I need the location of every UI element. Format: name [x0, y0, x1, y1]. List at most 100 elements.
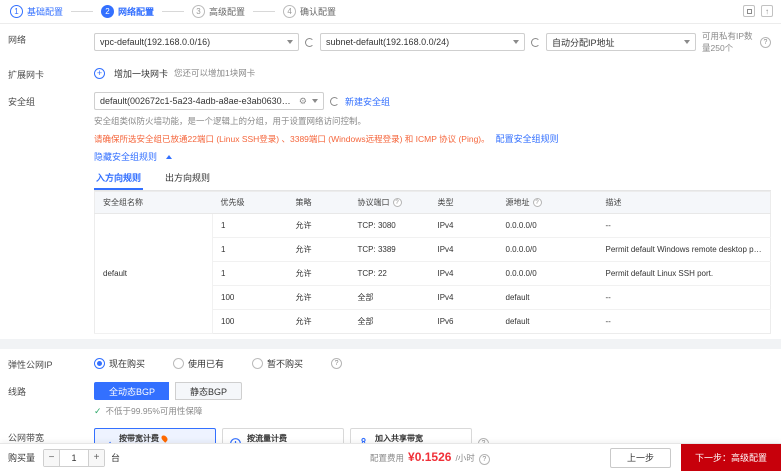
config-rules-link[interactable]: 配置安全组规则: [496, 132, 559, 145]
quantity-label: 购买量: [8, 453, 36, 463]
security-group-select-value: default(002672c1-5a23-4adb-a8ae-e3ab0630…: [100, 96, 295, 106]
help-icon[interactable]: ?: [760, 36, 771, 48]
security-group-row: 安全组 default(002672c1-5a23-4adb-a8ae-e3ab…: [0, 86, 781, 339]
radio-icon: [173, 357, 185, 369]
radio-use-existing[interactable]: 使用已有: [173, 357, 224, 370]
fee-group: 配置费用 ¥0.1526 /小时 ?: [370, 450, 490, 465]
priority-cell: 100: [221, 317, 235, 326]
step-separator: [71, 11, 94, 12]
hide-rules-link[interactable]: 隐藏安全组规则: [94, 150, 157, 163]
desc-cell: Permit default Windows remote desktop po…: [597, 237, 771, 262]
extended-nic-label: 扩展网卡: [8, 70, 45, 80]
radio-label: 现在购买: [109, 358, 146, 369]
card-title: 按带宽计费: [119, 433, 159, 443]
help-icon[interactable]: ?: [331, 357, 343, 369]
tab-outbound-rules[interactable]: 出方向规则: [163, 168, 212, 190]
col-header-name: 安全组名称: [94, 191, 213, 214]
policy-cell: 允许: [287, 237, 350, 262]
page-tools: ↑: [743, 5, 773, 17]
price-unit: /小时: [455, 453, 475, 463]
gear-icon[interactable]: ⚙: [299, 96, 307, 107]
network-config-page: 1 基础配置 2 网络配置 3 高级配置 4 确认配置 ↑ 网络 vpc-def…: [0, 0, 781, 471]
col-header-port-label: 协议端口: [357, 198, 390, 207]
step-label: 网络配置: [118, 7, 155, 17]
radio-icon: [94, 357, 105, 369]
rules-tabs: 入方向规则 出方向规则: [94, 168, 771, 191]
step-label: 高级配置: [209, 7, 246, 17]
security-group-select[interactable]: default(002672c1-5a23-4adb-a8ae-e3ab0630…: [94, 92, 324, 110]
security-rules-table: 安全组名称 优先级 策略 协议端口? 类型 源地址? 描述 default 1 …: [94, 191, 771, 334]
type-cell: IPv4: [429, 285, 498, 310]
step-basic-config[interactable]: 1 基础配置: [10, 5, 63, 18]
refresh-vpc-icon[interactable]: [305, 37, 314, 47]
help-icon[interactable]: ?: [392, 198, 402, 207]
refresh-security-group-icon[interactable]: [330, 96, 339, 106]
network-row: 网络 vpc-default(192.168.0.0/16) subnet-de…: [0, 24, 781, 59]
next-step-button[interactable]: 下一步：高级配置: [680, 443, 781, 471]
line-label: 线路: [8, 387, 27, 397]
fullscreen-icon[interactable]: [743, 5, 755, 17]
security-group-warning: 请确保所选安全组已放通22端口 (Linux SSH登录) 、3389端口 (W…: [94, 133, 490, 144]
vpc-select-value: vpc-default(192.168.0.0/16): [100, 37, 211, 47]
subnet-select[interactable]: subnet-default(192.168.0.0/24): [320, 33, 525, 51]
port-cell: 全部: [357, 317, 374, 326]
step-number: 3: [192, 5, 206, 18]
quantity-input[interactable]: [60, 449, 89, 466]
source-link-cell[interactable]: default: [498, 310, 598, 334]
line-option-static-bgp[interactable]: 静态BGP: [175, 382, 243, 400]
port-cell: TCP: 22: [349, 261, 430, 286]
footer-bar: 购买量 − + 台 配置费用 ¥0.1526 /小时 ? 上一步 下一步：高级配…: [0, 443, 781, 471]
step-network-config[interactable]: 2 网络配置: [101, 5, 154, 18]
step-number: 1: [10, 5, 23, 18]
desc-cell: --: [597, 213, 771, 238]
step-confirm-config[interactable]: 4 确认配置: [283, 5, 336, 18]
step-label: 确认配置: [300, 7, 337, 17]
chevron-down-icon: [513, 40, 519, 44]
check-icon: ✓: [94, 405, 102, 416]
step-number: 4: [283, 5, 297, 18]
wizard-steps: 1 基础配置 2 网络配置 3 高级配置 4 确认配置: [0, 0, 781, 24]
type-cell: IPv4: [429, 237, 498, 262]
quantity-stepper: − +: [43, 448, 106, 467]
vpc-select[interactable]: vpc-default(192.168.0.0/16): [94, 33, 299, 51]
desc-cell: --: [605, 317, 611, 326]
desc-cell: Permit default Linux SSH port.: [597, 261, 771, 286]
plus-icon[interactable]: +: [88, 449, 105, 466]
help-icon[interactable]: ?: [478, 454, 490, 465]
back-to-top-icon[interactable]: ↑: [761, 5, 773, 17]
table-header-row: 安全组名称 优先级 策略 协议端口? 类型 源地址? 描述: [94, 191, 771, 214]
policy-cell: 允许: [287, 285, 350, 310]
availability-note: 不低于99.95%可用性保障: [105, 406, 203, 416]
tab-inbound-rules[interactable]: 入方向规则: [94, 168, 144, 190]
add-nic-link[interactable]: 增加一块网卡: [114, 67, 168, 80]
create-security-group-link[interactable]: 新建安全组: [345, 95, 390, 108]
step-label: 基础配置: [27, 7, 64, 17]
radio-buy-now[interactable]: 现在购买: [94, 357, 145, 370]
step-advanced-config[interactable]: 3 高级配置: [192, 5, 245, 18]
refresh-subnet-icon[interactable]: [531, 37, 540, 47]
radio-icon: [252, 357, 264, 369]
add-nic-icon[interactable]: +: [94, 67, 105, 79]
extended-nic-row: 扩展网卡 + 增加一块网卡 您还可以增加1块网卡: [0, 59, 781, 86]
security-group-label: 安全组: [8, 97, 36, 107]
card-title: 按流量计费: [247, 433, 287, 443]
priority-cell: 100: [212, 285, 288, 310]
col-header-type: 类型: [429, 191, 498, 214]
desc-cell: --: [597, 285, 771, 310]
policy-cell: 允许: [287, 261, 350, 286]
port-cell: 全部: [349, 285, 430, 310]
ip-assign-select-value: 自动分配IP地址: [552, 37, 615, 48]
col-header-desc: 描述: [597, 191, 771, 214]
line-option-dynamic-bgp[interactable]: 全动态BGP: [94, 382, 170, 400]
radio-not-now[interactable]: 暂不购买: [252, 357, 303, 370]
add-nic-note: 您还可以增加1块网卡: [174, 68, 256, 78]
previous-step-button[interactable]: 上一步: [609, 447, 671, 468]
fullscreen-icon-glyph: [746, 8, 752, 14]
help-icon[interactable]: ?: [532, 198, 542, 207]
col-header-policy: 策略: [287, 191, 350, 214]
chevron-down-icon: [684, 40, 690, 44]
source-link-cell[interactable]: default: [497, 285, 598, 310]
source-cell: 0.0.0.0/0: [497, 261, 598, 286]
minus-icon[interactable]: −: [44, 449, 61, 466]
ip-assign-select[interactable]: 自动分配IP地址: [546, 33, 696, 51]
